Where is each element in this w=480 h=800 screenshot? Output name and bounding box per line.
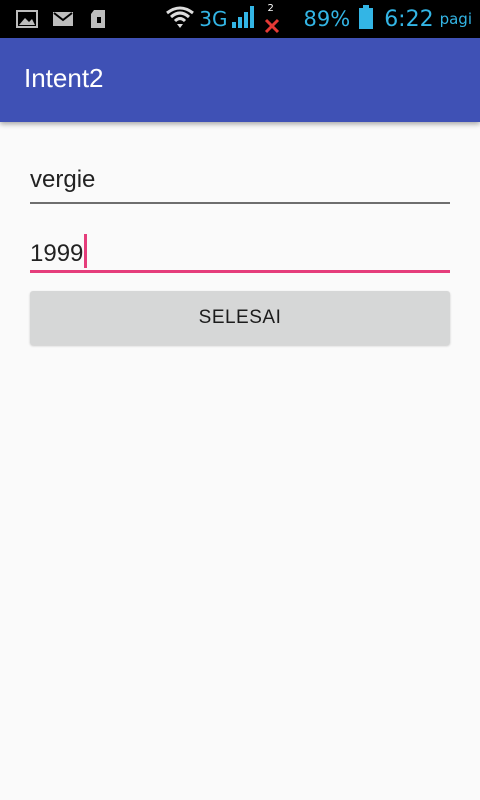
text-cursor — [84, 234, 88, 268]
status-bar: 3G 2 89% 6:22 pagi — [0, 0, 480, 38]
selesai-button[interactable]: SELESAI — [30, 291, 450, 345]
year-field-text: 1999 — [30, 234, 88, 268]
mail-icon — [52, 9, 74, 29]
missed-count: 2 — [267, 3, 274, 14]
clock-time: 6:22 — [384, 6, 434, 32]
battery-percent: 89% — [303, 7, 351, 31]
system-icons: 3G 2 89% 6:22 pagi — [165, 0, 472, 38]
clock-ampm: pagi — [439, 10, 472, 28]
year-field[interactable]: 1999 — [30, 228, 450, 273]
signal-icon — [228, 4, 256, 34]
image-icon — [16, 9, 38, 29]
name-field[interactable]: vergie — [30, 160, 450, 204]
missed-call-icon: 2 — [262, 0, 282, 38]
app-title: Intent2 — [24, 63, 104, 93]
battery-icon — [358, 4, 374, 34]
app-bar: Intent2 — [0, 38, 480, 122]
year-field-value: 1999 — [30, 240, 84, 267]
name-field-value: vergie — [30, 166, 96, 193]
network-type-label: 3G — [199, 7, 228, 31]
sd-card-icon — [88, 9, 110, 29]
wifi-icon — [165, 5, 195, 33]
selesai-button-label: SELESAI — [198, 307, 282, 328]
notification-icons — [16, 9, 110, 29]
